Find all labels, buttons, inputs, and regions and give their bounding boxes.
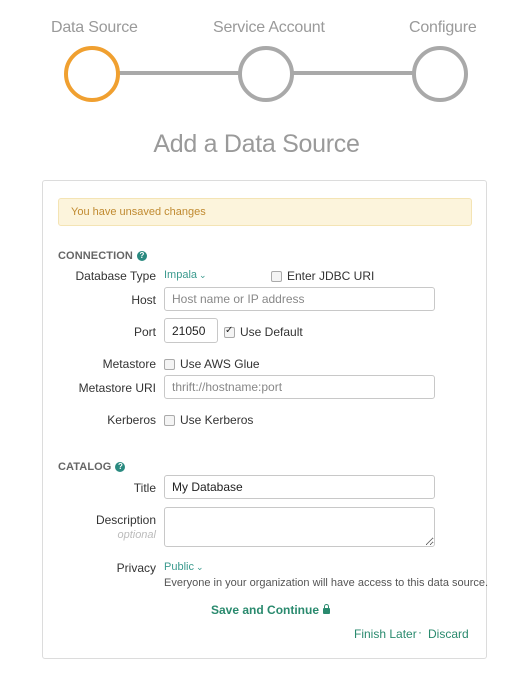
description-textarea[interactable] — [164, 507, 435, 547]
step-label-data-source: Data Source — [51, 19, 138, 36]
page-title: Add a Data Source — [153, 130, 360, 158]
host-input[interactable] — [164, 287, 435, 311]
description-label: Description — [95, 513, 156, 527]
unsaved-changes-alert: You have unsaved changes — [58, 198, 472, 226]
use-kerberos-checkbox[interactable]: Use Kerberos — [164, 413, 253, 427]
step-circle-service-account — [238, 46, 294, 102]
use-default-label: Use Default — [240, 325, 303, 339]
link-separator: · — [418, 625, 422, 639]
database-type-dropdown[interactable]: Impala ⌄ — [164, 269, 207, 281]
title-input[interactable] — [164, 475, 435, 499]
save-and-continue-button[interactable]: Save and Continue — [211, 603, 331, 617]
use-default-port-checkbox[interactable]: Use Default — [224, 325, 303, 339]
metastore-uri-input[interactable] — [164, 375, 435, 399]
lock-icon — [323, 604, 331, 614]
jdbc-uri-checkbox-box[interactable] — [271, 270, 282, 282]
use-aws-glue-checkbox[interactable]: Use AWS Glue — [164, 357, 260, 371]
chevron-down-icon: ⌄ — [199, 270, 207, 280]
data-source-form-card: You have unsaved changes CONNECTION ? Da… — [42, 180, 489, 659]
port-input[interactable] — [164, 318, 218, 343]
save-and-continue-label: Save and Continue — [211, 603, 320, 617]
database-type-label: Database Type — [75, 269, 156, 283]
step-circle-data-source — [64, 46, 120, 102]
use-aws-glue-label: Use AWS Glue — [180, 357, 260, 371]
connection-help-icon[interactable]: ? — [136, 251, 147, 261]
finish-later-link[interactable]: Finish Later — [354, 627, 417, 641]
step-label-service-account: Service Account — [213, 19, 325, 36]
metastore-uri-label: Metastore URI — [78, 381, 156, 395]
step-connector-1 — [118, 71, 240, 75]
description-optional-label: optional — [117, 529, 156, 541]
jdbc-uri-label: Enter JDBC URI — [287, 269, 375, 283]
aws-glue-checkbox-box[interactable] — [164, 358, 175, 370]
catalog-help-icon[interactable]: ? — [115, 462, 126, 472]
connection-heading: CONNECTION ? — [58, 250, 147, 262]
step-label-configure: Configure — [409, 19, 477, 36]
jdbc-uri-checkbox[interactable]: Enter JDBC URI — [271, 269, 374, 283]
page: Data Source Service Account Configure Ad… — [0, 0, 513, 673]
use-default-checkbox-box[interactable] — [224, 325, 235, 338]
chevron-down-icon: ⌄ — [195, 562, 204, 572]
privacy-help-text: Everyone in your organization will have … — [164, 577, 489, 589]
kerberos-label: Kerberos — [107, 413, 156, 427]
privacy-label: Privacy — [116, 561, 156, 575]
privacy-dropdown[interactable]: Public ⌄ — [164, 561, 204, 573]
catalog-heading-text: CATALOG — [58, 461, 112, 473]
privacy-value: Public — [164, 561, 194, 573]
step-connector-2 — [292, 71, 414, 75]
port-label: Port — [133, 325, 156, 339]
use-kerberos-label: Use Kerberos — [180, 413, 254, 427]
step-circle-configure — [412, 46, 468, 102]
host-label: Host — [131, 293, 156, 307]
discard-link[interactable]: Discard — [428, 627, 469, 641]
database-type-value: Impala — [164, 269, 198, 281]
metastore-label: Metastore — [102, 357, 156, 371]
title-label: Title — [133, 481, 156, 495]
connection-heading-text: CONNECTION — [58, 250, 133, 262]
catalog-heading: CATALOG ? — [58, 461, 126, 473]
kerberos-checkbox-box[interactable] — [164, 414, 175, 426]
